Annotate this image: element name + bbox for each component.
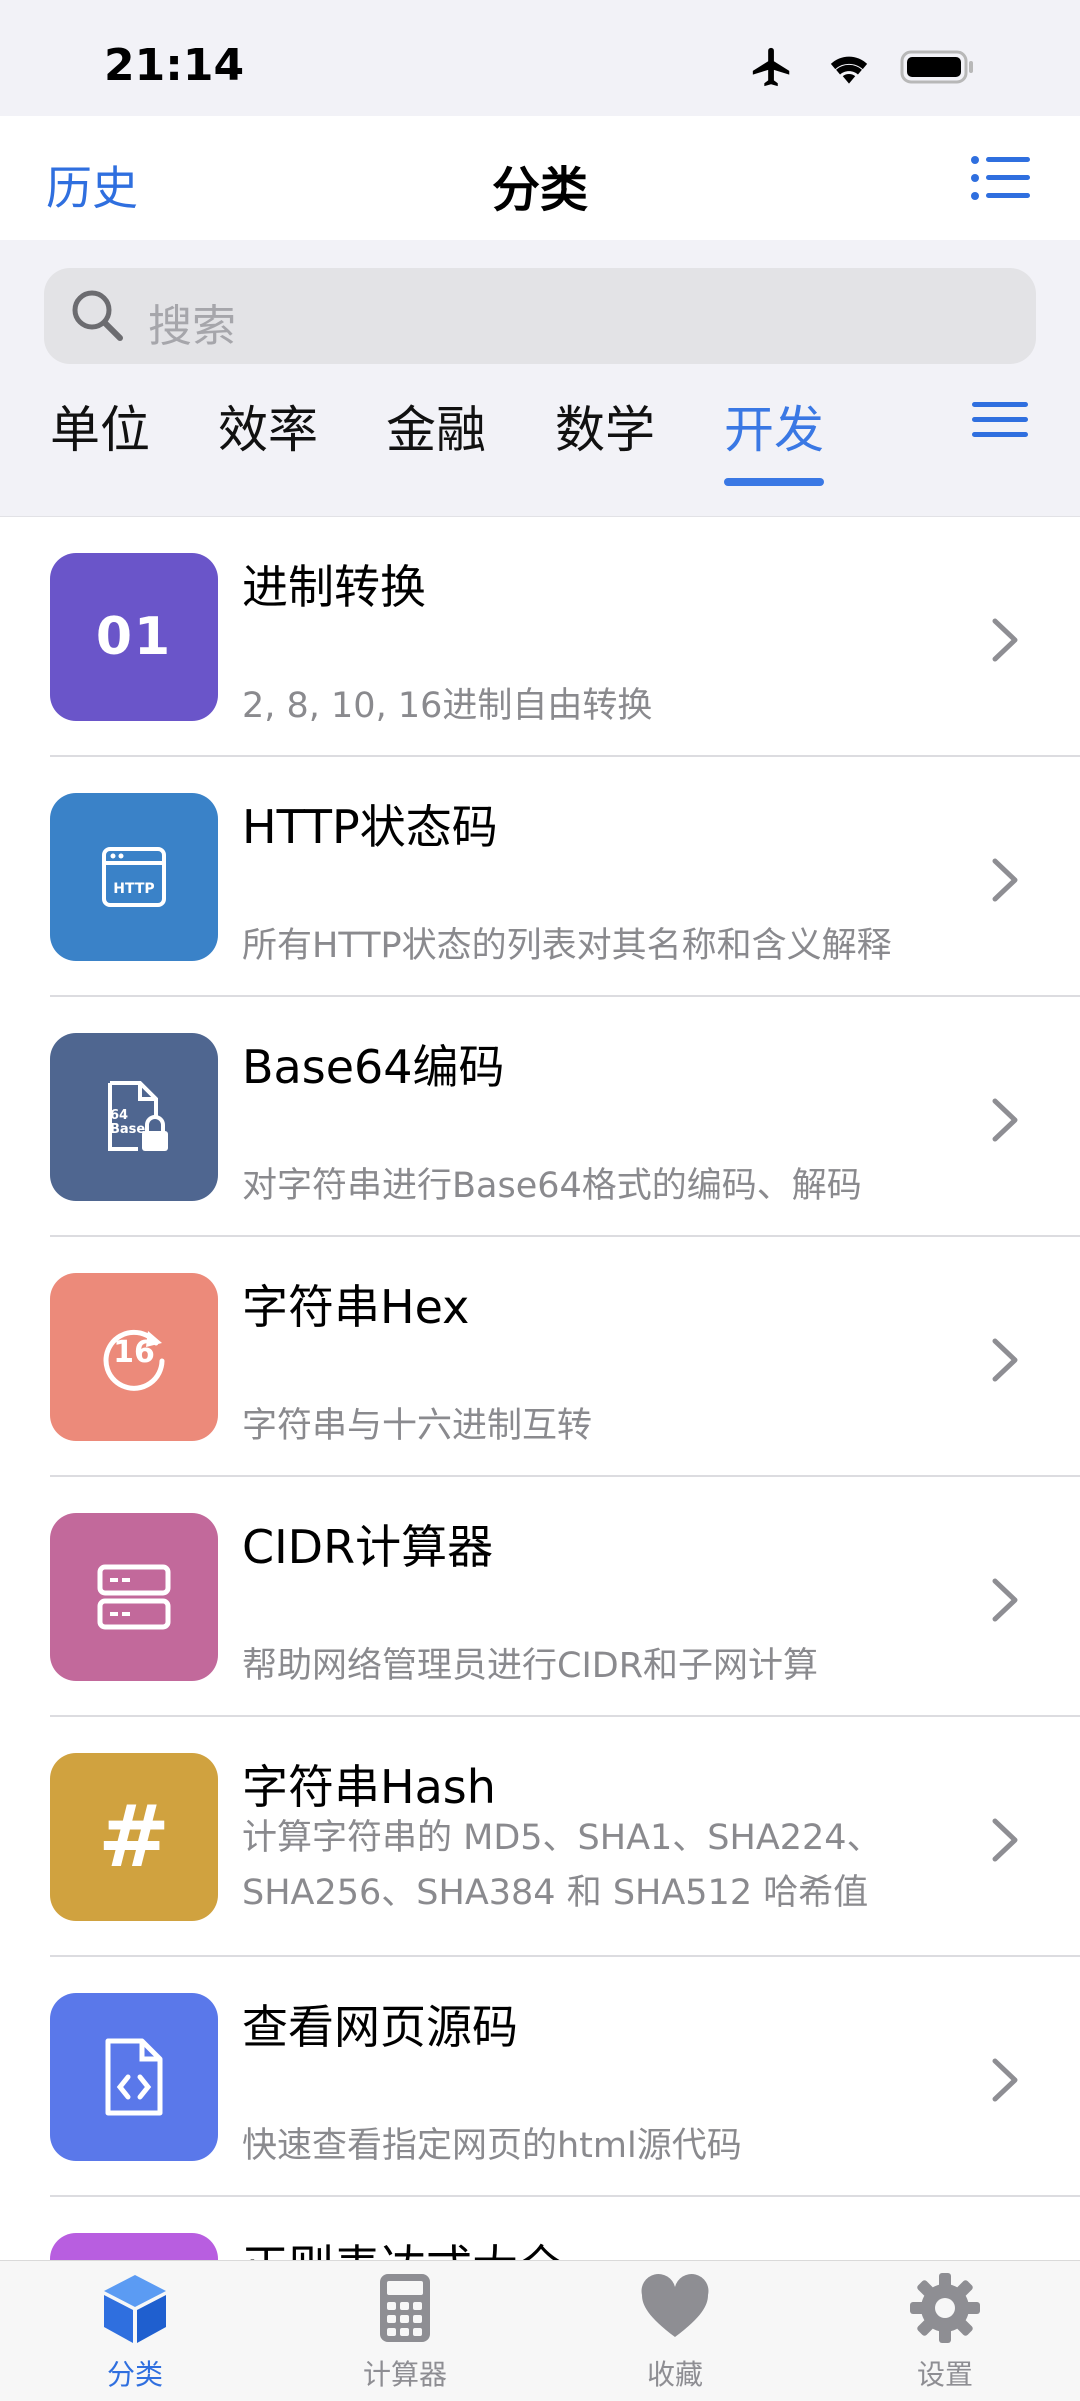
http-window-icon: HTTP [50, 793, 218, 961]
tool-list: 01 进制转换 2, 8, 10, 16进制自由转换 HTTP HTTP状态码 … [0, 516, 1080, 2261]
list-item[interactable]: 查看网页源码 快速查看指定网页的html源代码 [0, 1957, 1080, 2197]
chevron-right-icon [992, 1578, 1018, 1622]
calculator-icon [380, 2274, 430, 2342]
tabbar-label: 计算器 [362, 2358, 447, 2391]
list-item[interactable]: 正则表达式大全 [0, 2197, 1080, 2261]
base64-file-lock-icon: 64 Base [50, 1033, 218, 1201]
item-title: Base64编码 [242, 1040, 505, 1094]
list-icon [971, 156, 1030, 200]
item-subtitle: 帮助网络管理员进行CIDR和子网计算 [242, 1646, 819, 1686]
chevron-right-icon [992, 1098, 1018, 1142]
heart-icon [641, 2274, 709, 2337]
binary-01-icon: 01 [50, 553, 218, 721]
item-title: CIDR计算器 [242, 1520, 494, 1574]
item-title: 进制转换 [242, 560, 426, 614]
regex-icon [50, 2233, 218, 2261]
airplane-icon [752, 47, 790, 87]
item-title: HTTP状态码 [242, 800, 498, 854]
item-title: 字符串Hash [242, 1760, 496, 1814]
item-subtitle: 2, 8, 10, 16进制自由转换 [242, 686, 653, 726]
server-icon [50, 1513, 218, 1681]
item-title: 查看网页源码 [242, 2000, 518, 2054]
tabbar-item-calculator[interactable]: 计算器 [270, 2271, 540, 2393]
list-item[interactable]: 16 字符串Hex 字符串与十六进制互转 [0, 1237, 1080, 1477]
tabbar-item-categories[interactable]: 分类 [0, 2271, 270, 2393]
battery-icon [900, 50, 973, 84]
list-item[interactable]: 64 Base Base64编码 对字符串进行Base64格式的编码、解码 [0, 997, 1080, 1237]
category-tabs: 单位 效率 金融 数学 开发 [0, 390, 1080, 490]
item-title: 字符串Hex [242, 1280, 470, 1334]
search-icon [72, 290, 123, 341]
list-item[interactable]: # 字符串Hash 计算字符串的 MD5、SHA1、SHA224、SHA256、… [0, 1717, 1080, 1957]
tabbar-label: 分类 [106, 2358, 163, 2391]
tabbar-item-settings[interactable]: 设置 [810, 2271, 1080, 2393]
chevron-right-icon [992, 1818, 1018, 1862]
tabbar-item-favorites[interactable]: 收藏 [540, 2271, 810, 2393]
chevron-right-icon [992, 2058, 1018, 2102]
list-item[interactable]: HTTP HTTP状态码 所有HTTP状态的列表对其名称和含义解释 [0, 757, 1080, 997]
item-subtitle: 所有HTTP状态的列表对其名称和含义解释 [242, 926, 892, 966]
item-subtitle: 字符串与十六进制互转 [242, 1406, 593, 1446]
item-title: 正则表达式大全 [242, 2231, 564, 2261]
tab-finance[interactable]: 金融 [386, 390, 486, 462]
chevron-right-icon [992, 858, 1018, 902]
search-and-tabs: 搜索 单位 效率 金融 数学 开发 [0, 240, 1080, 516]
search-placeholder: 搜索 [148, 301, 236, 352]
list-item[interactable]: 01 进制转换 2, 8, 10, 16进制自由转换 [0, 517, 1080, 757]
item-subtitle: 快速查看指定网页的html源代码 [242, 2126, 742, 2166]
hex-16-icon: 16 [50, 1273, 218, 1441]
status-time: 21:14 [104, 40, 245, 91]
list-view-button[interactable] [970, 154, 1030, 206]
search-input[interactable]: 搜索 [44, 268, 1036, 364]
tab-development[interactable]: 开发 [724, 390, 824, 462]
wifi-icon [830, 56, 868, 84]
hamburger-menu-icon [972, 402, 1028, 437]
tabbar-label: 收藏 [646, 2358, 703, 2391]
tab-math[interactable]: 数学 [555, 390, 655, 462]
navigation-bar: 历史 分类 [0, 116, 1080, 240]
hash-icon: # [50, 1753, 218, 1921]
list-item[interactable]: CIDR计算器 帮助网络管理员进行CIDR和子网计算 [0, 1477, 1080, 1717]
tab-units[interactable]: 单位 [50, 390, 150, 462]
item-subtitle: 对字符串进行Base64格式的编码、解码 [242, 1166, 862, 1206]
gear-icon [910, 2273, 980, 2343]
code-file-icon [50, 1993, 218, 2161]
active-tab-indicator [724, 478, 824, 486]
status-bar: 21:14 [0, 0, 1080, 116]
status-icons [746, 44, 976, 90]
tab-efficiency[interactable]: 效率 [218, 390, 318, 462]
chevron-right-icon [992, 618, 1018, 662]
page-title: 分类 [491, 162, 588, 218]
item-subtitle: 计算字符串的 MD5、SHA1、SHA224、SHA256、SHA384 和 S… [242, 1818, 882, 1913]
tab-bar: 分类 计算器 收藏 设置 [0, 2260, 1080, 2401]
tabbar-label: 设置 [916, 2358, 973, 2391]
cube-icon [104, 2275, 166, 2343]
chevron-right-icon [992, 1338, 1018, 1382]
tabs-menu-button[interactable] [972, 400, 1028, 444]
